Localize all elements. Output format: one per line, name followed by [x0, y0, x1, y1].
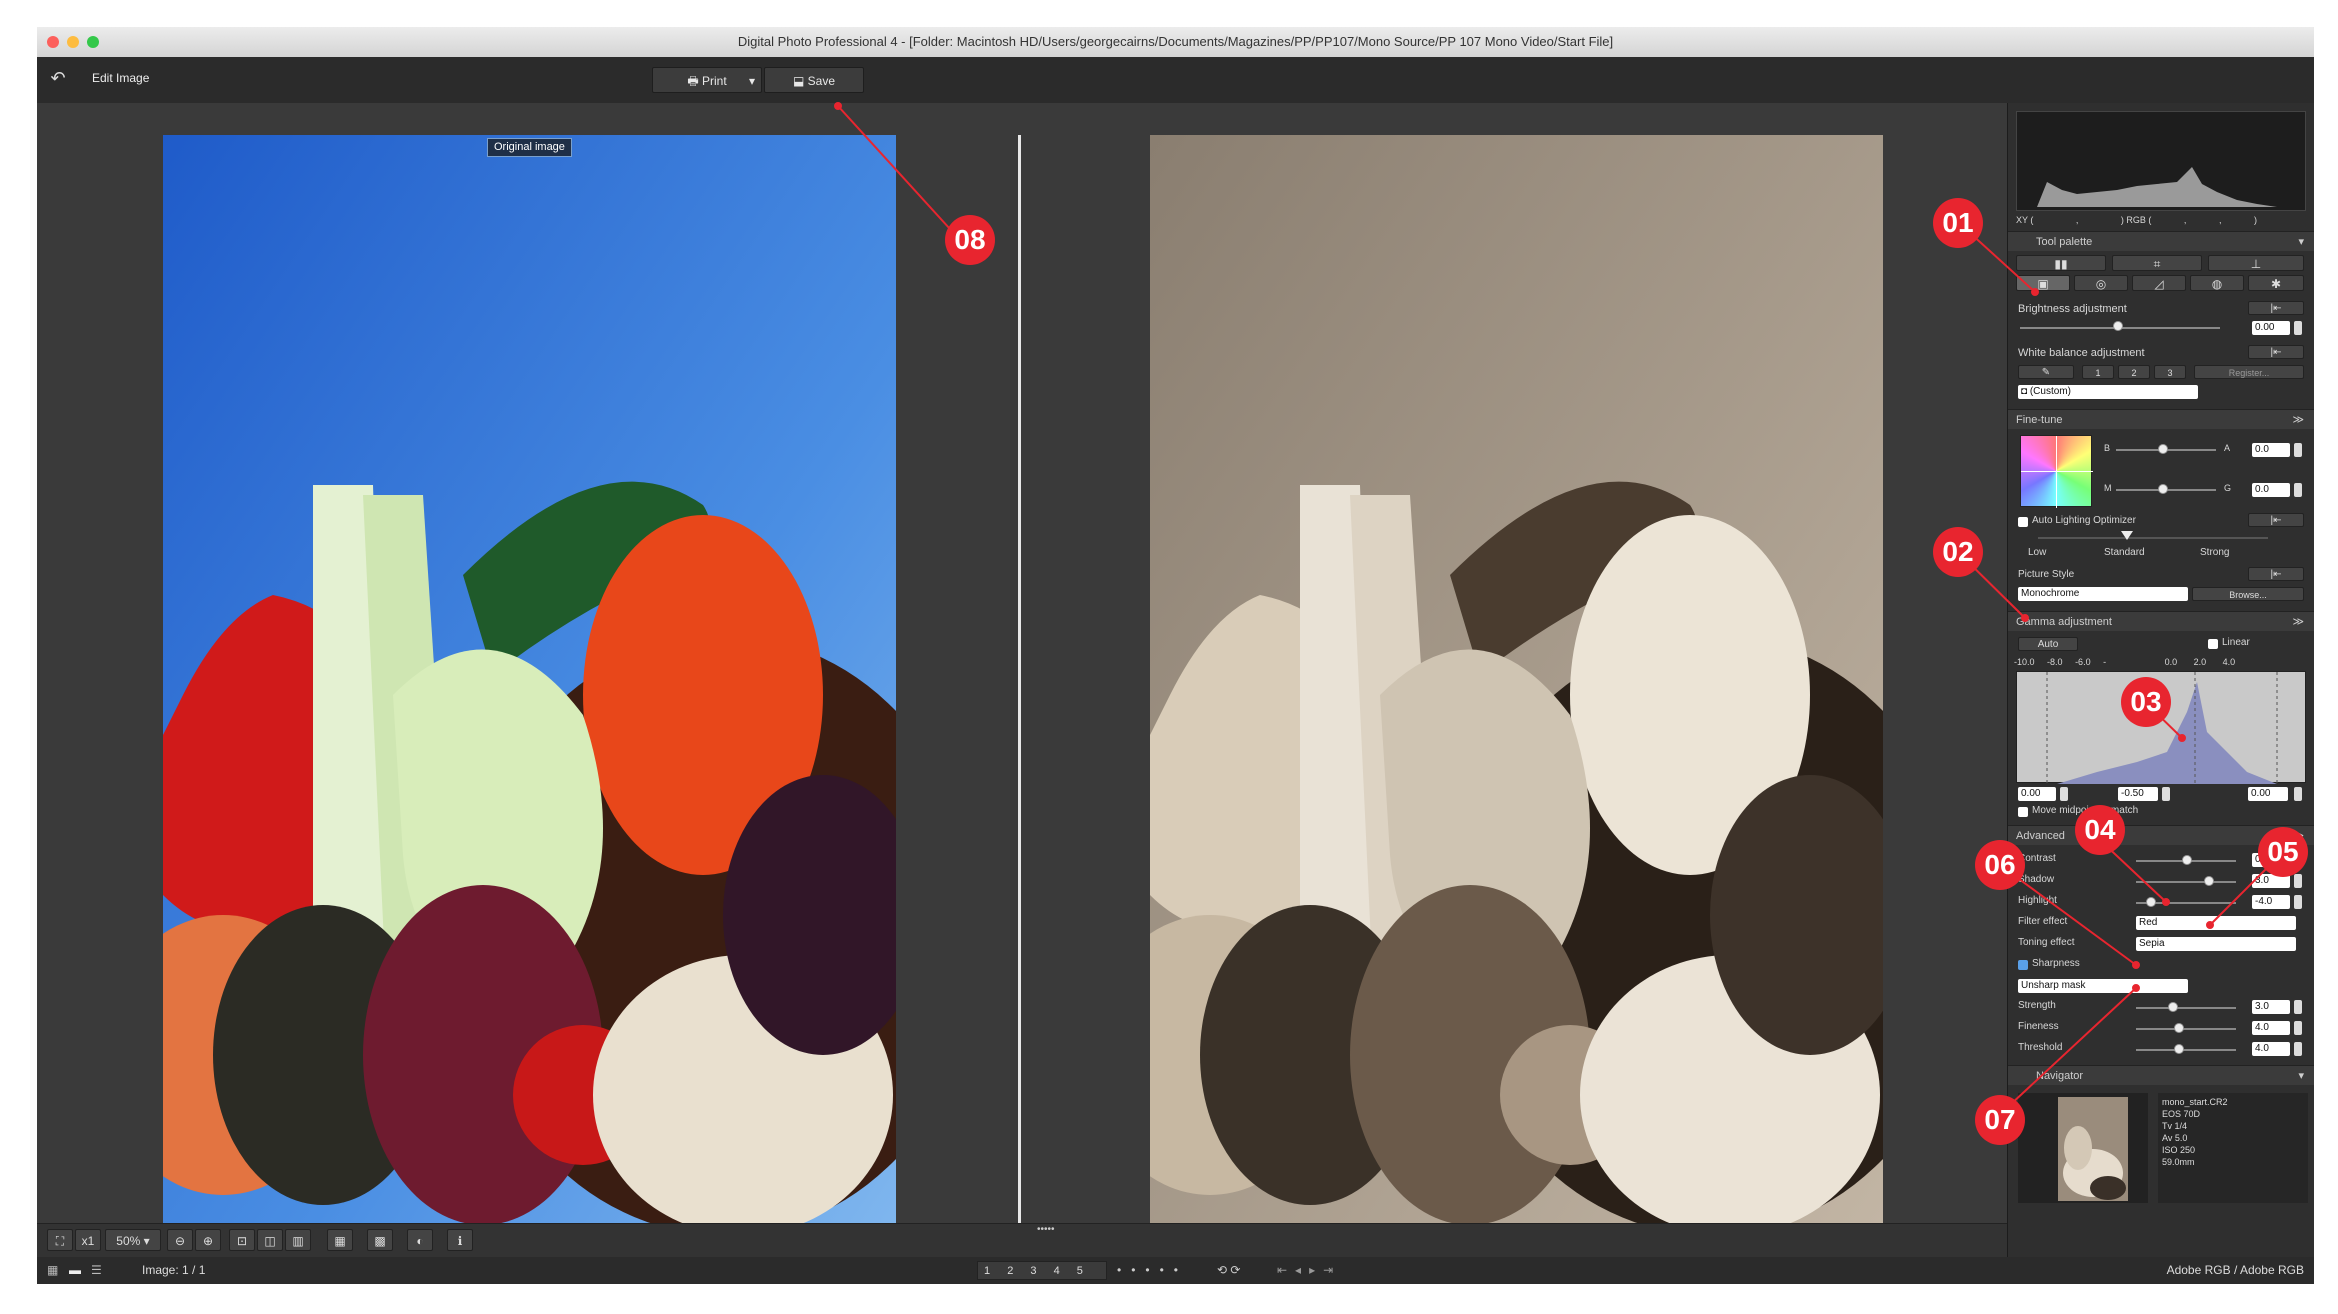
callout-dot-02 — [2021, 614, 2029, 622]
callout-dot-03 — [2178, 734, 2186, 742]
callout-dot-06 — [2132, 961, 2140, 969]
callout-dot-01 — [2031, 288, 2039, 296]
callout-08: 08 — [945, 215, 995, 265]
callout-dot-04 — [2162, 898, 2170, 906]
callout-line-08 — [837, 105, 961, 241]
callout-dot-05 — [2206, 921, 2214, 929]
callout-line-07 — [2009, 987, 2137, 1106]
callout-line-06 — [1999, 864, 2137, 966]
callout-02: 02 — [1933, 527, 1983, 577]
callout-03: 03 — [2121, 677, 2171, 727]
callout-04: 04 — [2075, 805, 2125, 855]
callout-05: 05 — [2258, 827, 2308, 877]
callout-dot-07 — [2132, 984, 2140, 992]
callout-dot-08 — [834, 102, 842, 110]
callout-06: 06 — [1975, 840, 2025, 890]
callout-07: 07 — [1975, 1095, 2025, 1145]
callout-01: 01 — [1933, 198, 1983, 248]
